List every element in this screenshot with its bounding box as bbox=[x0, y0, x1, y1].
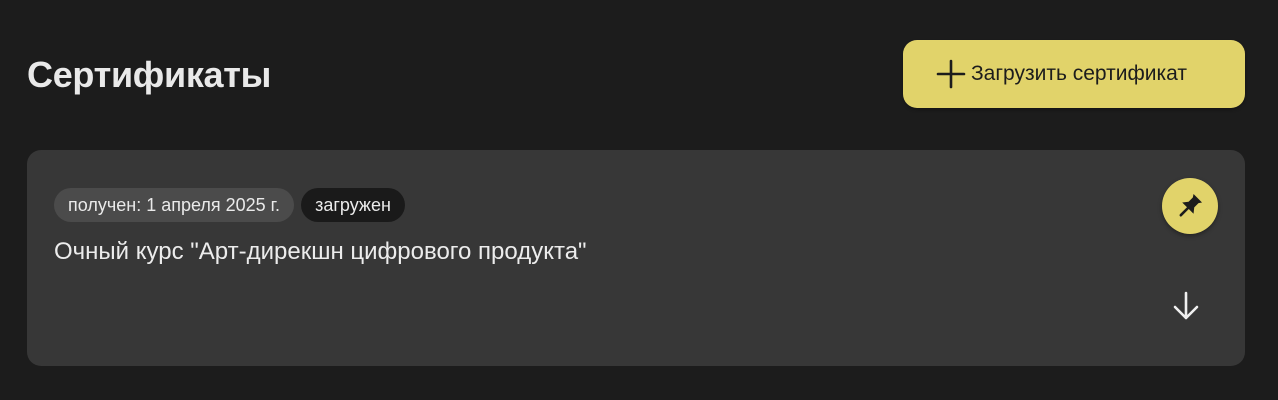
plus-icon bbox=[936, 59, 966, 89]
upload-certificate-label: Загрузить сертификат bbox=[971, 62, 1187, 85]
page-title: Сертификаты bbox=[27, 54, 272, 95]
pin-button[interactable] bbox=[1162, 178, 1218, 234]
certificate-card: получен: 1 апреля 2025 г. загружен Очный… bbox=[27, 150, 1245, 366]
arrow-down-icon bbox=[1173, 291, 1199, 320]
certificate-title: Очный курс "Арт-дирекшн цифрового продук… bbox=[54, 238, 587, 265]
received-date-badge: получен: 1 апреля 2025 г. bbox=[54, 188, 295, 222]
download-button[interactable] bbox=[1168, 288, 1204, 324]
pin-icon bbox=[1179, 193, 1203, 217]
status-badge: загружен bbox=[301, 188, 405, 222]
upload-certificate-button[interactable]: Загрузить сертификат bbox=[903, 40, 1245, 108]
certificate-tags: получен: 1 апреля 2025 г. загружен bbox=[54, 188, 405, 222]
